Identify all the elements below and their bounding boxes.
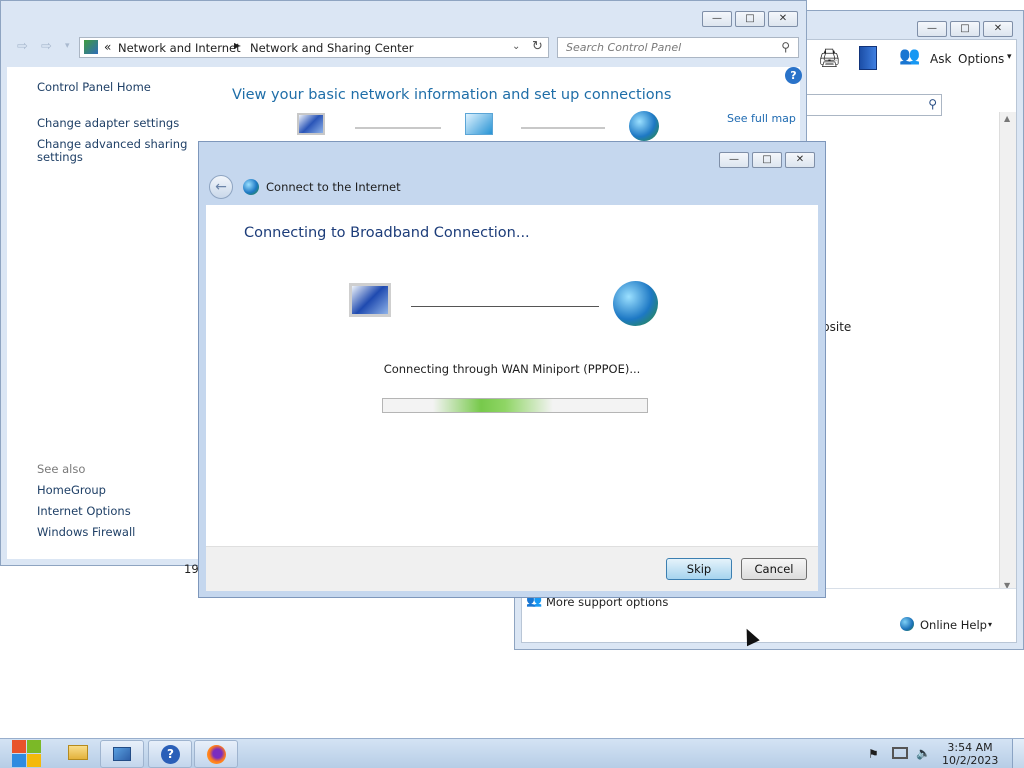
connect-dialog: — □ ✕ ← Connect to the Internet Connecti… xyxy=(198,141,826,598)
progress-bar xyxy=(382,398,648,413)
maximize-button[interactable]: □ xyxy=(752,152,782,168)
online-help-button[interactable]: Online Help xyxy=(920,618,987,632)
advanced-sharing-link-line2[interactable]: settings xyxy=(37,150,83,164)
forward-arrow-icon[interactable]: ⇨ xyxy=(41,39,52,54)
dialog-heading: Connecting to Broadband Connection... xyxy=(244,225,530,241)
address-bar[interactable]: « Network and Internet ▶ Network and Sha… xyxy=(79,37,549,58)
minimize-button[interactable]: — xyxy=(702,11,732,27)
network-icon xyxy=(465,113,493,135)
action-center-flag-icon[interactable]: ⚑ xyxy=(868,747,879,761)
start-button[interactable] xyxy=(12,740,42,768)
page-title: View your basic network information and … xyxy=(232,87,672,103)
back-arrow-icon[interactable]: ← xyxy=(209,175,233,199)
change-adapter-link[interactable]: Change adapter settings xyxy=(37,116,179,130)
search-icon[interactable]: ⚲ xyxy=(928,97,937,111)
network-line xyxy=(521,127,605,129)
breadcrumb-separator-icon[interactable]: ▶ xyxy=(234,41,240,50)
taskbar-firefox[interactable] xyxy=(194,740,238,768)
network-status-icon[interactable] xyxy=(892,747,908,759)
options-button[interactable]: Options xyxy=(958,52,1004,66)
cancel-button[interactable]: Cancel xyxy=(741,558,807,580)
dialog-title: Connect to the Internet xyxy=(266,180,401,194)
connection-line xyxy=(411,306,599,307)
chevron-down-icon[interactable]: ▾ xyxy=(988,620,992,629)
control-panel-home-link[interactable]: Control Panel Home xyxy=(37,80,151,94)
dialog-client: Connecting to Broadband Connection... Co… xyxy=(206,205,818,591)
taskbar-help[interactable]: ? xyxy=(148,740,192,768)
computer-icon xyxy=(297,113,325,135)
firefox-icon xyxy=(207,745,226,764)
breadcrumb-network-internet[interactable]: Network and Internet xyxy=(118,41,241,55)
windows-firewall-link[interactable]: Windows Firewall xyxy=(37,525,135,539)
windows-logo-blue xyxy=(12,754,26,767)
help-icon: ? xyxy=(161,745,180,764)
clock-time[interactable]: 3:54 AM xyxy=(946,741,994,754)
homegroup-link[interactable]: HomeGroup xyxy=(37,483,106,497)
connection-status-text: Connecting through WAN Miniport (PPPOE).… xyxy=(383,362,641,376)
globe-icon xyxy=(900,617,914,631)
refresh-icon[interactable]: ↻ xyxy=(532,39,543,54)
history-chevron-icon[interactable]: ▾ xyxy=(65,41,70,51)
windows-logo-yellow xyxy=(27,754,41,767)
network-center-icon xyxy=(84,40,98,54)
maximize-button[interactable]: □ xyxy=(950,21,980,37)
advanced-sharing-link[interactable]: Change advanced sharing xyxy=(37,137,187,151)
volume-muted-icon[interactable]: 🔈 xyxy=(916,746,931,760)
close-button[interactable]: ✕ xyxy=(983,21,1013,37)
book-icon[interactable] xyxy=(859,46,877,70)
search-placeholder: Search Control Panel xyxy=(566,41,682,54)
close-button[interactable]: ✕ xyxy=(785,152,815,168)
help-scrollbar[interactable]: ▲ ▼ xyxy=(999,112,1016,592)
breadcrumb-sharing-center[interactable]: Network and Sharing Center xyxy=(250,41,413,55)
close-button[interactable]: ✕ xyxy=(768,11,798,27)
help-icon[interactable]: ? xyxy=(785,67,802,84)
scroll-up-icon[interactable]: ▲ xyxy=(1004,114,1010,123)
minimize-button[interactable]: — xyxy=(719,152,749,168)
chevron-down-icon[interactable]: ▾ xyxy=(1007,52,1012,62)
see-full-map-link[interactable]: See full map xyxy=(727,112,796,125)
chevron-down-icon[interactable]: ⌄ xyxy=(512,41,520,52)
dialog-footer: Skip Cancel xyxy=(206,546,818,591)
minimize-button[interactable]: — xyxy=(917,21,947,37)
search-icon[interactable]: ⚲ xyxy=(781,40,790,54)
help-partial-text[interactable]: bsite xyxy=(822,320,851,334)
back-arrow-icon[interactable]: ⇨ xyxy=(17,39,28,54)
internet-options-link[interactable]: Internet Options xyxy=(37,504,131,518)
see-also-label: See also xyxy=(37,462,86,476)
network-line xyxy=(355,127,441,129)
search-input[interactable]: Search Control Panel ⚲ xyxy=(557,37,799,58)
globe-icon xyxy=(613,281,658,326)
taskbar: ? ⚑ 🔈 3:54 AM 10/2/2023 xyxy=(0,738,1024,768)
skip-button[interactable]: Skip xyxy=(666,558,732,580)
help-search-input[interactable]: ⚲ xyxy=(802,94,942,116)
progress-glow xyxy=(433,399,553,412)
windows-logo-green xyxy=(27,740,41,753)
control-panel-icon xyxy=(113,747,131,761)
computer-icon xyxy=(349,283,391,317)
ask-button[interactable]: Ask xyxy=(930,52,951,66)
ask-people-icon[interactable]: 👥 xyxy=(899,46,920,66)
internet-globe-icon xyxy=(243,179,259,195)
printer-icon[interactable]: 🖨 xyxy=(818,48,841,69)
breadcrumb-overflow[interactable]: « xyxy=(104,40,111,54)
clock-date[interactable]: 10/2/2023 xyxy=(942,754,998,767)
windows-logo-red xyxy=(12,740,26,753)
taskbar-control-panel[interactable] xyxy=(100,740,144,768)
maximize-button[interactable]: □ xyxy=(735,11,765,27)
file-explorer-icon[interactable] xyxy=(68,745,88,760)
globe-icon xyxy=(629,111,659,141)
show-desktop-button[interactable] xyxy=(1012,739,1024,768)
